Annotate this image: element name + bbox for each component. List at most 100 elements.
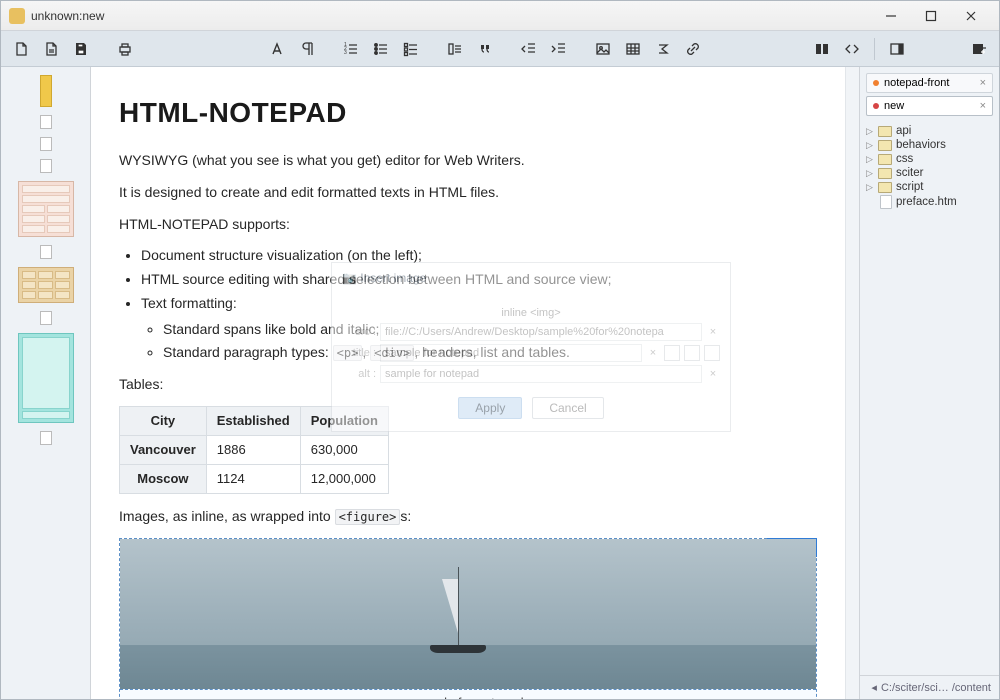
paragraph-button[interactable] <box>293 35 321 63</box>
tree-label: behaviors <box>896 139 946 151</box>
tab-label: notepad-front <box>884 77 949 89</box>
folder-icon <box>878 126 892 137</box>
outdent-button[interactable] <box>515 35 543 63</box>
tab-dot-icon <box>873 103 879 109</box>
table-header[interactable]: City <box>120 406 207 435</box>
doc-table[interactable]: City Established Population Vancouver 18… <box>119 406 389 494</box>
table-cell[interactable]: 1124 <box>206 464 300 493</box>
open-file-button[interactable] <box>37 35 65 63</box>
tab-dot-icon <box>873 80 879 86</box>
folder-icon <box>878 182 892 193</box>
doc-list-item[interactable]: Standard spans like bold and italic; <box>163 319 817 341</box>
doc-text: Text formatting: <box>141 295 237 311</box>
outline-block[interactable] <box>40 245 52 259</box>
blockquote-button[interactable] <box>471 35 499 63</box>
close-button[interactable] <box>951 2 991 30</box>
maximize-button[interactable] <box>911 2 951 30</box>
outline-block[interactable] <box>40 431 52 445</box>
tree-label: sciter <box>896 167 923 179</box>
table-row[interactable]: City Established Population <box>120 406 389 435</box>
outline-table-block[interactable] <box>18 267 74 303</box>
tree-item-folder[interactable]: ▷script <box>866 180 993 194</box>
doc-list-item[interactable]: HTML source editing with shared selectio… <box>141 269 817 291</box>
doc-list-item[interactable]: Document structure visualization (on the… <box>141 245 817 267</box>
new-file-button[interactable] <box>7 35 35 63</box>
doc-paragraph[interactable]: Images, as inline, as wrapped into <figu… <box>119 506 817 528</box>
table-header[interactable]: Established <box>206 406 300 435</box>
outline-block-h1[interactable] <box>40 75 52 107</box>
table-row[interactable]: Vancouver 1886 630,000 <box>120 435 389 464</box>
file-tree[interactable]: ▷api ▷behaviors ▷css ▷sciter ▷script pre… <box>860 120 999 675</box>
font-button[interactable] <box>263 35 291 63</box>
outline-block[interactable] <box>40 115 52 129</box>
tree-item-file[interactable]: preface.htm <box>866 194 993 210</box>
table-cell[interactable]: 12,000,000 <box>300 464 388 493</box>
tree-label: script <box>896 181 923 193</box>
insert-link-button[interactable] <box>679 35 707 63</box>
outline-block[interactable] <box>40 137 52 151</box>
table-header[interactable]: Population <box>300 406 388 435</box>
right-sidebar: notepad-front × new × ▷api ▷behaviors ▷c… <box>859 67 999 699</box>
file-tab-active[interactable]: new × <box>866 96 993 116</box>
editor-scrollbar[interactable] <box>845 67 859 699</box>
view-source-button[interactable] <box>838 35 866 63</box>
table-cell[interactable]: 630,000 <box>300 435 388 464</box>
task-list-button[interactable] <box>397 35 425 63</box>
insert-formula-button[interactable] <box>649 35 677 63</box>
table-cell[interactable]: Moscow <box>120 464 207 493</box>
doc-text: , <box>362 344 370 360</box>
doc-list-item[interactable]: Text formatting: Standard spans like bol… <box>141 293 817 364</box>
outline-column[interactable] <box>1 67 91 699</box>
tab-close-icon[interactable]: × <box>980 77 986 89</box>
app-icon <box>9 8 25 24</box>
minimize-button[interactable] <box>871 2 911 30</box>
table-cell[interactable]: Vancouver <box>120 435 207 464</box>
outline-block[interactable] <box>40 311 52 325</box>
doc-paragraph[interactable]: It is designed to create and edit format… <box>119 182 817 204</box>
doc-list[interactable]: Document structure visualization (on the… <box>141 245 817 363</box>
tree-item-folder[interactable]: ▷behaviors <box>866 138 993 152</box>
main-body: HTML-NOTEPAD WYSIWYG (what you see is wh… <box>1 67 999 699</box>
tree-item-folder[interactable]: ▷api <box>866 124 993 138</box>
doc-text: Images, as inline, as wrapped into <box>119 508 335 524</box>
figure-caption[interactable]: sample for notepad <box>120 689 816 699</box>
definition-list-button[interactable] <box>441 35 469 63</box>
toggle-columns-button[interactable] <box>808 35 836 63</box>
doc-h1[interactable]: HTML-NOTEPAD <box>119 91 817 134</box>
unordered-list-button[interactable] <box>367 35 395 63</box>
outline-figure-block[interactable] <box>18 333 74 423</box>
add-item-button[interactable] <box>965 35 993 63</box>
toggle-sidebar-button[interactable] <box>883 35 911 63</box>
tree-label: api <box>896 125 911 137</box>
doc-paragraph[interactable]: WYSIWYG (what you see is what you get) e… <box>119 150 817 172</box>
doc-figure[interactable]: <figure> sample for notepad <box>119 538 817 699</box>
tree-item-folder[interactable]: ▷sciter <box>866 166 993 180</box>
indent-button[interactable] <box>545 35 573 63</box>
file-tab[interactable]: notepad-front × <box>866 73 993 93</box>
doc-text: , headers, list and tables. <box>414 344 570 360</box>
doc-list-item[interactable]: Standard paragraph types: <p>, <div>, he… <box>163 342 817 364</box>
insert-table-button[interactable] <box>619 35 647 63</box>
folder-icon <box>878 168 892 179</box>
code-span: <div> <box>370 345 414 361</box>
titlebar: unknown:new <box>1 1 999 31</box>
outline-list-block[interactable] <box>18 181 74 237</box>
editor[interactable]: HTML-NOTEPAD WYSIWYG (what you see is wh… <box>91 67 845 699</box>
window-title: unknown:new <box>31 9 871 23</box>
outline-block[interactable] <box>40 159 52 173</box>
doc-paragraph[interactable]: Tables: <box>119 374 817 396</box>
ordered-list-button[interactable]: 123 <box>337 35 365 63</box>
toolbar: 123 <box>1 31 999 67</box>
save-button[interactable] <box>67 35 95 63</box>
doc-text: s: <box>400 508 411 524</box>
tab-close-icon[interactable]: × <box>980 100 986 112</box>
print-button[interactable] <box>111 35 139 63</box>
table-row[interactable]: Moscow 1124 12,000,000 <box>120 464 389 493</box>
tree-item-folder[interactable]: ▷css <box>866 152 993 166</box>
folder-icon <box>878 140 892 151</box>
figure-image[interactable] <box>120 539 816 689</box>
doc-paragraph[interactable]: HTML-NOTEPAD supports: <box>119 214 817 236</box>
app-window: unknown:new 123 <box>0 0 1000 700</box>
insert-image-button[interactable] <box>589 35 617 63</box>
table-cell[interactable]: 1886 <box>206 435 300 464</box>
